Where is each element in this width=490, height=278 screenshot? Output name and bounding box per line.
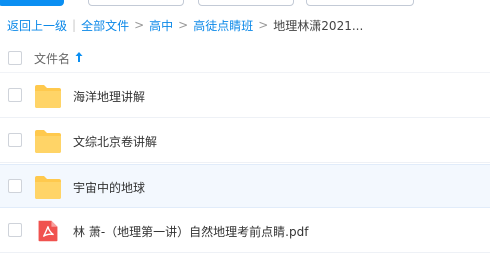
row-checkbox[interactable] xyxy=(8,88,22,102)
folder-icon xyxy=(35,130,61,153)
divider: | xyxy=(72,18,77,32)
breadcrumb-all-files[interactable]: 全部文件 xyxy=(81,17,129,34)
breadcrumb: 返回上一级 | 全部文件 > 高中 > 高徒点睛班 > 地理林潇2021... xyxy=(7,17,363,33)
new-folder-button[interactable] xyxy=(88,0,184,6)
file-row[interactable]: 宇宙中的地球 xyxy=(0,164,490,208)
chevron-right-icon: > xyxy=(134,18,145,32)
file-name[interactable]: 林 萧-（地理第一讲）自然地理考前点睛.pdf xyxy=(73,223,308,240)
breadcrumb-current: 地理林潇2021... xyxy=(273,18,364,33)
column-name-label[interactable]: 文件名 xyxy=(34,50,70,67)
toolbar xyxy=(0,0,490,6)
offline-download-button[interactable] xyxy=(198,0,294,6)
row-checkbox[interactable] xyxy=(8,179,22,193)
file-name[interactable]: 文综北京卷讲解 xyxy=(73,133,157,150)
file-name[interactable]: 海洋地理讲解 xyxy=(73,88,145,105)
file-list-header: 文件名 xyxy=(0,43,490,73)
breadcrumb-level1[interactable]: 高中 xyxy=(149,17,173,34)
file-row[interactable]: 海洋地理讲解 xyxy=(0,74,490,118)
chevron-right-icon: > xyxy=(258,18,269,32)
pdf-icon xyxy=(38,220,58,242)
sort-ascending-icon[interactable] xyxy=(74,51,84,63)
upload-button[interactable] xyxy=(0,0,64,6)
row-checkbox[interactable] xyxy=(8,223,22,237)
select-all-checkbox[interactable] xyxy=(8,51,22,65)
file-name[interactable]: 宇宙中的地球 xyxy=(73,179,145,196)
folder-icon xyxy=(35,176,61,199)
chevron-right-icon: > xyxy=(178,18,189,32)
device-button[interactable] xyxy=(306,0,414,6)
folder-icon xyxy=(35,85,61,108)
row-checkbox[interactable] xyxy=(8,133,22,147)
file-row[interactable]: 文综北京卷讲解 xyxy=(0,119,490,163)
file-row[interactable]: 林 萧-（地理第一讲）自然地理考前点睛.pdf xyxy=(0,209,490,253)
breadcrumb-level2[interactable]: 高徒点睛班 xyxy=(193,17,253,34)
back-link[interactable]: 返回上一级 xyxy=(7,17,67,34)
